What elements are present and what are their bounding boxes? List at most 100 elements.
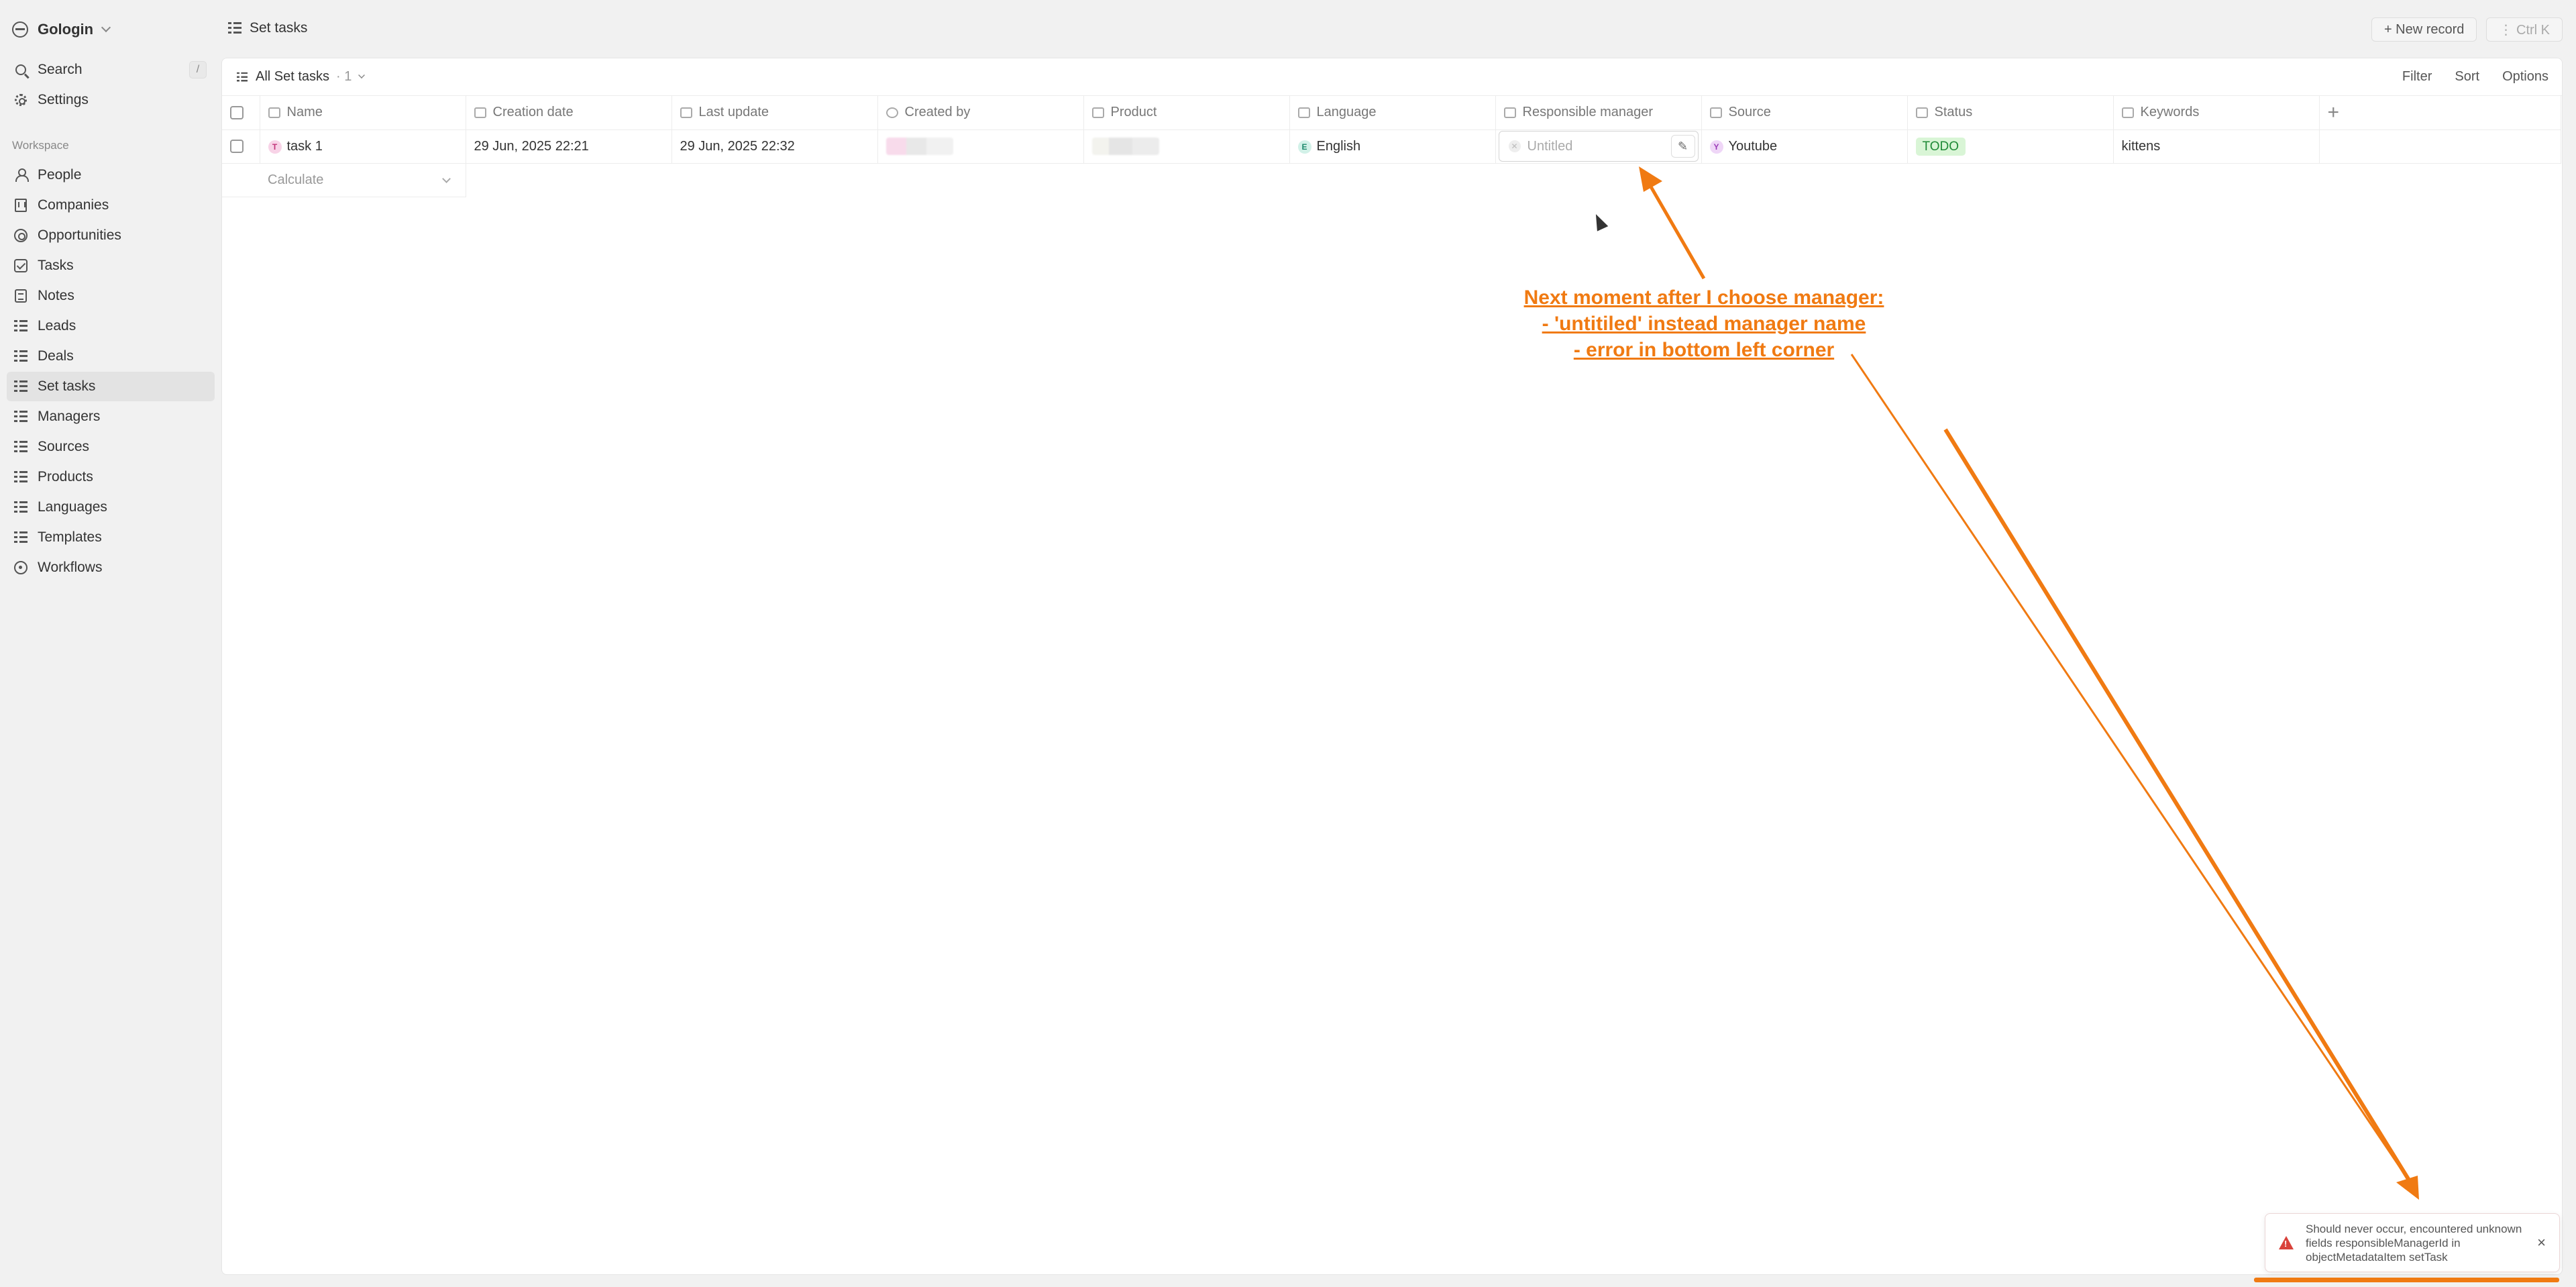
sort-button[interactable]: Sort xyxy=(2455,69,2479,85)
sidebar-item-deals[interactable]: Deals xyxy=(7,342,215,371)
annotation-line: - 'untitiled' instead manager name xyxy=(1542,313,1866,335)
sidebar-item-opportunities[interactable]: Opportunities xyxy=(7,221,215,250)
sidebar-item-languages[interactable]: Languages xyxy=(7,493,215,522)
target-icon xyxy=(14,229,28,242)
new-record-button[interactable]: + New record xyxy=(2371,17,2477,42)
error-toast: Should never occur, encountered unknown … xyxy=(2265,1213,2560,1272)
column-label: Status xyxy=(1934,105,1973,120)
cell-name[interactable]: Ttask 1 xyxy=(260,130,466,164)
column-header-product[interactable]: Product xyxy=(1083,96,1290,130)
cell-keywords[interactable]: kittens xyxy=(2113,130,2320,164)
row-checkbox[interactable] xyxy=(230,140,244,154)
manager-value: Untitled xyxy=(1527,138,1573,154)
column-label: Created by xyxy=(904,105,971,120)
nav-search-label: Search xyxy=(38,62,83,77)
column-label: Language xyxy=(1316,105,1377,120)
sidebar-item-label: Leads xyxy=(38,318,76,333)
view-name: All Set tasks xyxy=(256,69,330,84)
relation-icon xyxy=(1503,107,1516,118)
records-table: Name Creation date Last update Created b… xyxy=(222,96,2561,197)
sidebar-item-label: Set tasks xyxy=(38,378,96,394)
text-field-icon xyxy=(268,107,280,118)
column-header-responsible-manager[interactable]: Responsible manager xyxy=(1495,96,1702,130)
sidebar-item-people[interactable]: People xyxy=(7,160,215,190)
view-bar: All Set tasks · 1 Filter Sort Options xyxy=(222,58,2562,96)
column-label: Last update xyxy=(698,105,769,120)
sidebar-item-companies[interactable]: Companies xyxy=(7,191,215,220)
status-badge: TODO xyxy=(1915,137,1966,156)
cell-created-by[interactable] xyxy=(877,130,1084,164)
person-icon xyxy=(15,168,29,182)
table-header-row: Name Creation date Last update Created b… xyxy=(222,96,2561,130)
sidebar-item-label: Sources xyxy=(38,439,90,454)
column-header-language[interactable]: Language xyxy=(1289,96,1496,130)
cell-creation-date[interactable]: 29 Jun, 2025 22:21 xyxy=(466,130,672,164)
sidebar-item-products[interactable]: Products xyxy=(7,462,215,492)
cell-last-update[interactable]: 29 Jun, 2025 22:32 xyxy=(672,130,878,164)
workspace-name: Gologin xyxy=(38,21,94,38)
sidebar-item-notes[interactable]: Notes xyxy=(7,281,215,311)
cell-product[interactable] xyxy=(1083,130,1290,164)
view-picker[interactable]: All Set tasks · 1 xyxy=(235,69,366,85)
list-icon xyxy=(14,380,28,393)
nav-search[interactable]: Search / xyxy=(7,55,215,85)
column-header-name[interactable]: Name xyxy=(260,96,466,130)
column-header-creation-date[interactable]: Creation date xyxy=(466,96,672,130)
pencil-icon[interactable]: ✎ xyxy=(1670,135,1695,158)
calendar-icon xyxy=(474,107,486,118)
plus-icon[interactable]: + xyxy=(2328,101,2340,123)
main-panel: All Set tasks · 1 Filter Sort Options Na… xyxy=(221,58,2563,1275)
select-all-checkbox[interactable] xyxy=(230,105,244,119)
toast-highlight-underline xyxy=(2254,1278,2559,1282)
note-icon xyxy=(15,289,27,303)
record-name: task 1 xyxy=(286,139,323,154)
workspace-switcher[interactable]: Gologin xyxy=(7,16,215,43)
calendar-icon xyxy=(680,107,692,118)
command-menu-button[interactable]: ⋮ Ctrl K xyxy=(2486,17,2563,42)
add-column-cell: + xyxy=(2319,96,2561,130)
sidebar-item-templates[interactable]: Templates xyxy=(7,523,215,552)
close-icon[interactable]: × xyxy=(2537,1234,2546,1251)
annotation-note: Next moment after I choose manager: - 'u… xyxy=(1462,285,1945,363)
cell-responsible-manager[interactable]: ✕ Untitled ✎ xyxy=(1495,130,1702,164)
top-bar: Set tasks + New record ⋮ Ctrl K xyxy=(221,0,2576,59)
list-icon xyxy=(14,531,28,544)
workspace-logo-icon xyxy=(12,21,28,38)
filter-button[interactable]: Filter xyxy=(2402,69,2432,85)
chevron-down-icon xyxy=(441,174,451,183)
column-header-source[interactable]: Source xyxy=(1701,96,1908,130)
relation-icon xyxy=(1091,107,1104,118)
workflow-icon xyxy=(14,561,28,574)
sidebar-item-label: Managers xyxy=(38,409,101,424)
language-value: English xyxy=(1316,139,1361,154)
cell-empty xyxy=(2319,130,2561,164)
calculate-cell[interactable]: Calculate xyxy=(260,163,466,197)
warning-icon xyxy=(2279,1236,2294,1249)
column-header-keywords[interactable]: Keywords xyxy=(2113,96,2320,130)
sidebar-item-sources[interactable]: Sources xyxy=(7,432,215,462)
sidebar-item-tasks[interactable]: Tasks xyxy=(7,251,215,280)
sidebar-item-label: Tasks xyxy=(38,258,74,273)
responsible-manager-editor[interactable]: ✕ Untitled ✎ xyxy=(1498,131,1699,162)
column-header-created-by[interactable]: Created by xyxy=(877,96,1084,130)
sidebar-item-leads[interactable]: Leads xyxy=(7,311,215,341)
nav-settings-label: Settings xyxy=(38,92,89,107)
column-header-last-update[interactable]: Last update xyxy=(672,96,878,130)
sidebar-item-label: Workflows xyxy=(38,560,103,575)
sidebar-item-label: Companies xyxy=(38,197,109,213)
sidebar-item-label: Languages xyxy=(38,499,107,515)
list-icon xyxy=(228,22,241,34)
sidebar-item-managers[interactable]: Managers xyxy=(7,402,215,431)
sidebar-item-label: Notes xyxy=(38,288,74,303)
sidebar-item-workflows[interactable]: Workflows xyxy=(7,553,215,582)
options-button[interactable]: Options xyxy=(2502,69,2548,85)
cell-status[interactable]: TODO xyxy=(1907,130,2114,164)
cell-source[interactable]: Y Youtube xyxy=(1701,130,1908,164)
sidebar-item-set-tasks[interactable]: Set tasks xyxy=(7,372,215,401)
chevron-down-icon xyxy=(358,71,366,79)
cell-language[interactable]: E English xyxy=(1289,130,1496,164)
table-row[interactable]: Ttask 1 29 Jun, 2025 22:21 29 Jun, 2025 … xyxy=(222,130,2561,164)
column-label: Creation date xyxy=(492,105,574,120)
column-header-status[interactable]: Status xyxy=(1907,96,2114,130)
nav-settings[interactable]: Settings xyxy=(7,85,215,115)
